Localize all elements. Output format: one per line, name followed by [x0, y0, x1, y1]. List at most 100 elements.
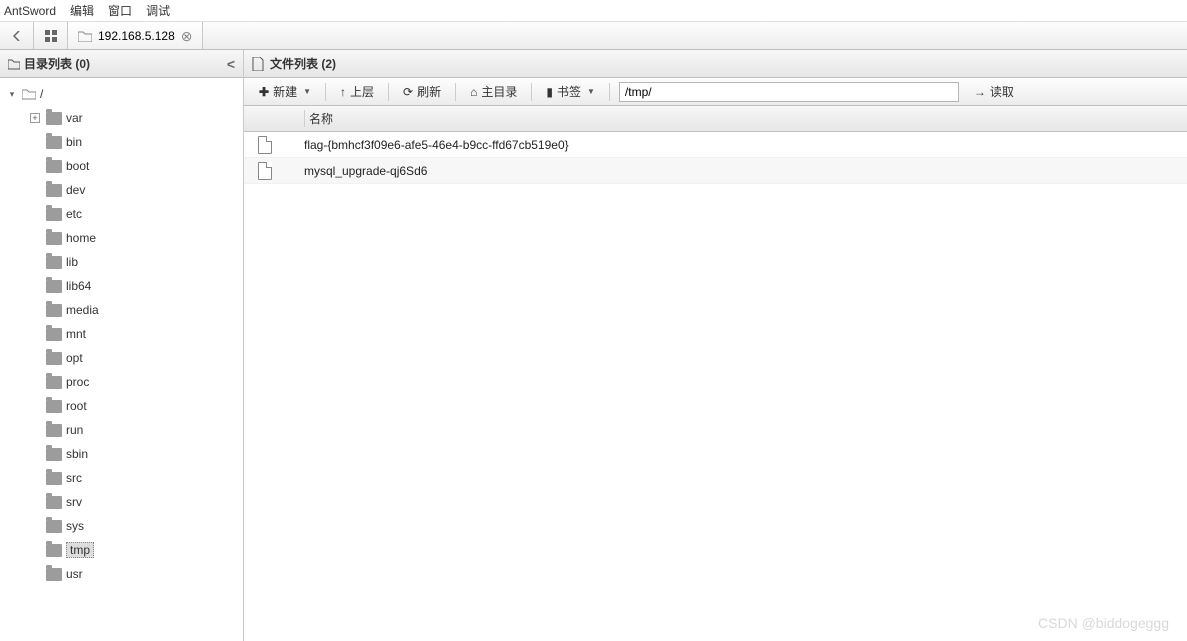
file-panel: 文件列表 (2) ✚ 新建 ▼ ↑ 上层 ⟳ 刷新	[244, 50, 1187, 641]
folder-icon	[46, 568, 62, 581]
tree-item-label: media	[66, 303, 99, 317]
tree-item-label: lib	[66, 255, 78, 269]
close-icon[interactable]: ⊗	[181, 29, 193, 43]
col-name-header[interactable]: 名称	[304, 110, 1187, 127]
file-row[interactable]: mysql_upgrade-qj6Sd6	[244, 158, 1187, 184]
dir-panel-title: 目录列表 (0)	[24, 55, 90, 72]
tree-item-label: etc	[66, 207, 82, 221]
tabbar: 192.168.5.128 ⊗	[0, 22, 1187, 50]
tree-item-opt[interactable]: opt	[0, 346, 243, 370]
tree-item-label: run	[66, 423, 83, 437]
tree-item-dev[interactable]: dev	[0, 178, 243, 202]
tree-item-label: boot	[66, 159, 89, 173]
dir-tree: ▾ / + var bin boot dev etc home lib lib64 media mn…	[0, 78, 243, 641]
caret-down-icon: ▼	[587, 87, 595, 96]
tree-item-media[interactable]: media	[0, 298, 243, 322]
tree-item-usr[interactable]: usr	[0, 562, 243, 586]
tree-root[interactable]: ▾ /	[0, 82, 243, 106]
tree-item-etc[interactable]: etc	[0, 202, 243, 226]
up-button[interactable]: ↑ 上层	[331, 79, 383, 104]
folder-icon	[46, 280, 62, 293]
tree-item-mnt[interactable]: mnt	[0, 322, 243, 346]
tab-label: 192.168.5.128	[98, 29, 175, 43]
read-button[interactable]: → 读取	[965, 79, 1023, 104]
file-icon	[258, 162, 272, 180]
bookmark-button[interactable]: ▮ 书签 ▼	[537, 79, 604, 104]
folder-icon	[46, 496, 62, 509]
menu-edit[interactable]: 编辑	[70, 2, 94, 19]
folder-open-icon	[22, 88, 36, 100]
tree-item-root[interactable]: root	[0, 394, 243, 418]
home-button[interactable]: ⌂ 主目录	[461, 79, 526, 104]
menu-debug[interactable]: 调试	[146, 2, 170, 19]
expand-icon[interactable]: +	[30, 113, 40, 123]
tree-item-lib64[interactable]: lib64	[0, 274, 243, 298]
up-label: 上层	[350, 83, 374, 100]
tab-grid-button[interactable]	[34, 22, 68, 49]
menubar: AntSword 编辑 窗口 调试	[0, 0, 1187, 22]
tree-item-src[interactable]: src	[0, 466, 243, 490]
tree-item-bin[interactable]: bin	[0, 130, 243, 154]
tree-root-label: /	[40, 87, 43, 101]
file-panel-title: 文件列表 (2)	[270, 55, 336, 72]
tree-item-var[interactable]: + var	[0, 106, 243, 130]
folder-icon	[46, 400, 62, 413]
tree-item-boot[interactable]: boot	[0, 154, 243, 178]
menu-window[interactable]: 窗口	[108, 2, 132, 19]
tree-item-tmp[interactable]: tmp	[0, 538, 243, 562]
refresh-icon: ⟳	[403, 85, 413, 99]
path-input[interactable]	[619, 82, 959, 102]
folder-icon	[46, 136, 62, 149]
main-pane: 目录列表 (0) < ▾ / + var bin boot dev etc home lib l…	[0, 50, 1187, 641]
twisty-icon[interactable]: ▾	[6, 89, 18, 100]
chevron-left-icon	[13, 31, 21, 41]
tree-item-lib[interactable]: lib	[0, 250, 243, 274]
file-icon	[252, 57, 264, 71]
tree-item-proc[interactable]: proc	[0, 370, 243, 394]
app-title: AntSword	[4, 4, 56, 18]
separator	[531, 83, 532, 101]
collapse-icon[interactable]: <	[227, 56, 235, 72]
tree-item-label: mnt	[66, 327, 86, 341]
folder-icon	[46, 376, 62, 389]
file-name: flag-{bmhcf3f09e6-afe5-46e4-b9cc-ffd67cb…	[304, 138, 569, 152]
plus-icon: ✚	[259, 85, 269, 99]
tree-item-label: srv	[66, 495, 82, 509]
folder-icon	[46, 520, 62, 533]
grid-icon	[45, 30, 57, 42]
tree-item-home[interactable]: home	[0, 226, 243, 250]
tree-item-label: opt	[66, 351, 83, 365]
folder-icon	[46, 208, 62, 221]
tree-item-label: sbin	[66, 447, 88, 461]
tab-prev-button[interactable]	[0, 22, 34, 49]
tree-item-label: usr	[66, 567, 83, 581]
tree-item-label: home	[66, 231, 96, 245]
dir-panel-header: 目录列表 (0) <	[0, 50, 243, 78]
tree-item-sys[interactable]: sys	[0, 514, 243, 538]
refresh-button[interactable]: ⟳ 刷新	[394, 79, 450, 104]
folder-icon	[46, 160, 62, 173]
folder-icon	[46, 544, 62, 557]
file-row[interactable]: flag-{bmhcf3f09e6-afe5-46e4-b9cc-ffd67cb…	[244, 132, 1187, 158]
new-button[interactable]: ✚ 新建 ▼	[250, 79, 320, 104]
folder-icon	[78, 30, 92, 42]
file-icon	[258, 136, 272, 154]
tab-session[interactable]: 192.168.5.128 ⊗	[68, 22, 203, 49]
tree-item-label: proc	[66, 375, 89, 389]
tree-item-label: var	[66, 111, 83, 125]
file-grid-header: 名称	[244, 106, 1187, 132]
folder-icon	[8, 58, 20, 70]
folder-icon	[46, 424, 62, 437]
arrow-right-icon: →	[974, 85, 986, 99]
caret-down-icon: ▼	[303, 87, 311, 96]
folder-icon	[46, 256, 62, 269]
tree-item-srv[interactable]: srv	[0, 490, 243, 514]
toolbar: ✚ 新建 ▼ ↑ 上层 ⟳ 刷新 ⌂ 主目录	[244, 78, 1187, 106]
tree-item-label: bin	[66, 135, 82, 149]
folder-icon	[46, 304, 62, 317]
file-list: flag-{bmhcf3f09e6-afe5-46e4-b9cc-ffd67cb…	[244, 132, 1187, 641]
separator	[609, 83, 610, 101]
tree-item-sbin[interactable]: sbin	[0, 442, 243, 466]
tree-item-run[interactable]: run	[0, 418, 243, 442]
tree-item-label: sys	[66, 519, 84, 533]
